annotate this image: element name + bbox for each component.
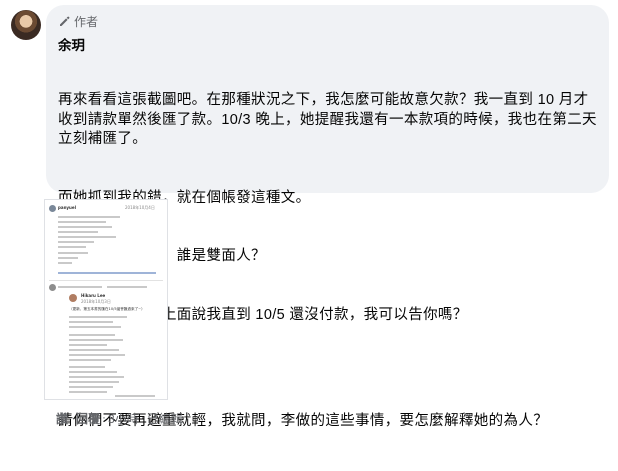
comment-bubble: 作者 余玥 再來看看這張截圖吧。在那種狀況之下，我怎麼可能故意欠款？我一直到 1…: [46, 5, 609, 429]
like-link[interactable]: 讚: [56, 410, 68, 427]
repost-name: Hikaru Lee: [81, 293, 106, 298]
repost-excerpt: （更新、第五本書的匯在10/5還會匯過來了~）: [69, 307, 145, 311]
timestamp-link[interactable]: 3小時: [108, 410, 139, 427]
attached-screenshot[interactable]: panyuel 2018年10月4日 Hikaru Lee 2018年10月3日…: [44, 199, 168, 400]
sender-avatar: [49, 205, 56, 212]
pencil-icon: [60, 16, 70, 26]
author-badge-label: 作者: [74, 14, 99, 29]
reply-link[interactable]: 回覆: [76, 410, 100, 427]
commenter-avatar[interactable]: [11, 10, 41, 40]
author-badge: 作者: [58, 13, 597, 29]
repost-date: 2018年10月3日: [81, 299, 111, 304]
sender-time: 2018年10月4日: [125, 205, 155, 210]
author-name[interactable]: 余玥: [58, 34, 597, 53]
comment-paragraph: 再來看看這張截圖吧。在那種狀況之下，我怎麼可能故意欠款？我一直到 10 月才收到…: [58, 92, 597, 147]
repost-avatar: [69, 294, 77, 302]
edited-label[interactable]: 已編輯: [147, 410, 183, 427]
comment-actions: 讚 · 回覆 · 3小時 · 已編輯: [56, 410, 183, 427]
sender-name: panyuel: [58, 205, 76, 210]
